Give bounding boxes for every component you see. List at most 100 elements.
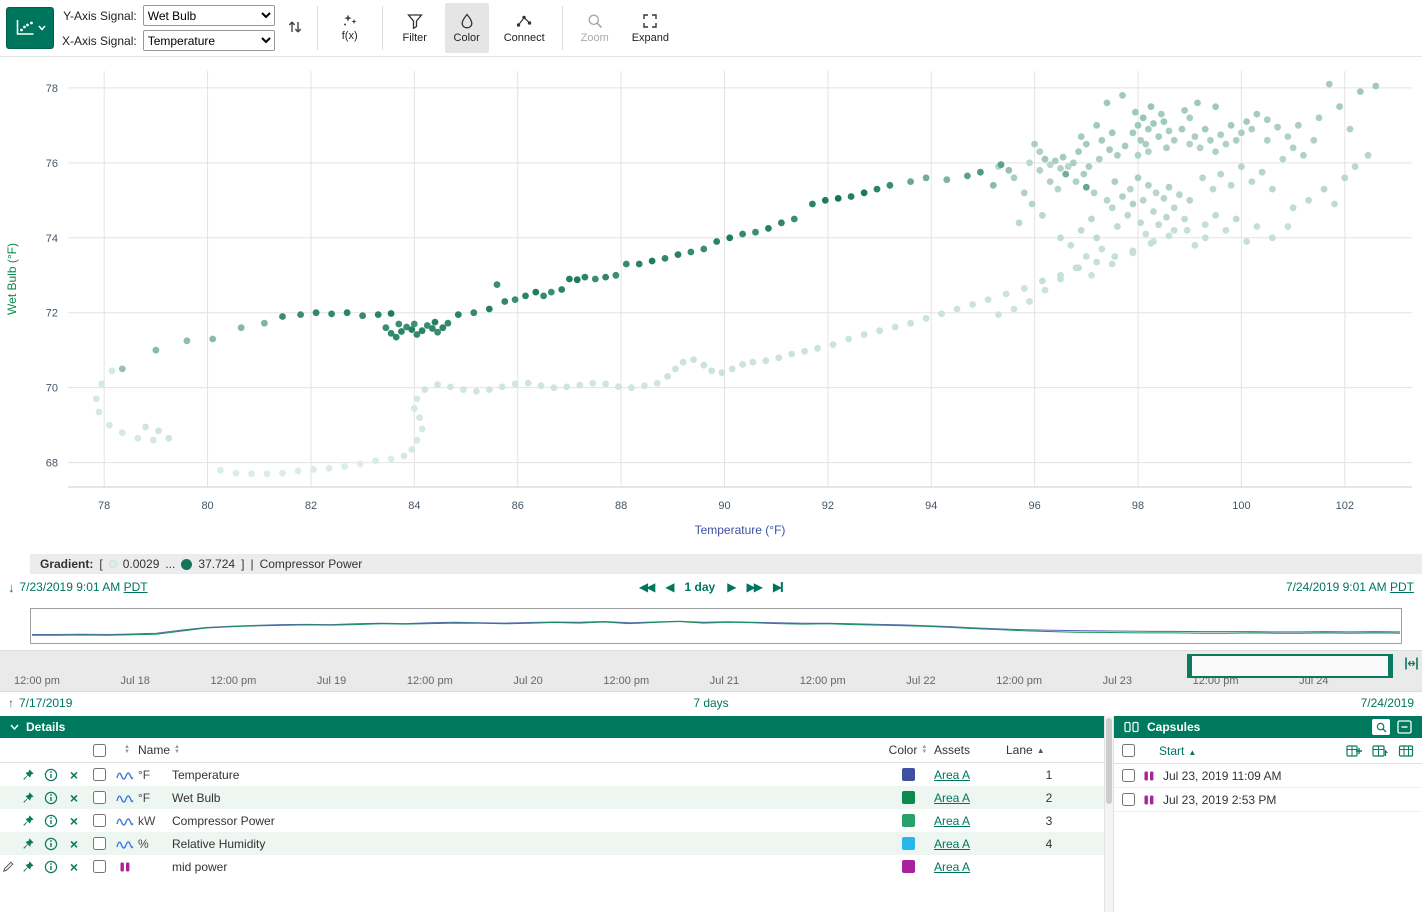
row-select-checkbox[interactable]: [93, 837, 106, 850]
item-info-icon[interactable]: [40, 837, 62, 851]
autoscale-pin-icon[interactable]: [16, 791, 40, 805]
autoscale-pin-icon[interactable]: [16, 837, 40, 851]
range-end-datetime[interactable]: 7/24/2019 9:01 AM PDT: [1286, 580, 1414, 594]
remove-item-icon[interactable]: ×: [62, 860, 86, 874]
brush-handle-right[interactable]: [1388, 654, 1393, 678]
item-name[interactable]: Relative Humidity: [172, 837, 882, 851]
color-label: Color: [454, 32, 480, 44]
timebar-options-button[interactable]: [1404, 656, 1419, 674]
row-select-checkbox[interactable]: [93, 814, 106, 827]
color-swatch[interactable]: [902, 768, 915, 781]
capsule-grid-button[interactable]: [1398, 744, 1414, 758]
capsule-select-checkbox[interactable]: [1122, 769, 1135, 782]
color-column-header[interactable]: Color▲▼: [882, 743, 934, 757]
assets-column-header[interactable]: Assets: [934, 743, 1006, 757]
trend-overview[interactable]: [30, 608, 1402, 644]
investigate-arrow-icon[interactable]: ↑: [8, 696, 14, 710]
autoscale-pin-icon[interactable]: [16, 768, 40, 782]
chevron-down-icon: [38, 25, 46, 31]
timebar[interactable]: 12:00 pmJul 1812:00 pmJul 1912:00 pmJul …: [0, 650, 1422, 692]
row-select-checkbox[interactable]: [93, 860, 106, 873]
remove-item-icon[interactable]: ×: [62, 768, 86, 782]
gradient-min-value: 0.0029: [123, 557, 160, 571]
connect-label: Connect: [504, 32, 545, 44]
capsule-select-checkbox[interactable]: [1122, 793, 1135, 806]
remove-item-icon[interactable]: ×: [62, 837, 86, 851]
color-swatch[interactable]: [902, 860, 915, 873]
row-select-checkbox[interactable]: [93, 768, 106, 781]
capsules-select-all-checkbox[interactable]: [1122, 744, 1135, 757]
asset-link[interactable]: Area A: [934, 768, 970, 782]
edit-condition-icon[interactable]: [0, 860, 16, 873]
capsules-search-button[interactable]: [1372, 719, 1390, 735]
step-back-full-button[interactable]: ◀◀: [639, 580, 653, 594]
timezone-link[interactable]: PDT: [1390, 580, 1414, 594]
capsule-start-time[interactable]: Jul 23, 2019 11:09 AM: [1163, 769, 1282, 783]
connect-points-icon: [516, 13, 532, 29]
details-header[interactable]: Details: [0, 716, 1104, 738]
row-select-checkbox[interactable]: [93, 791, 106, 804]
step-size-label[interactable]: 1 day: [685, 580, 716, 594]
type-sort-control[interactable]: ▲▼: [112, 745, 138, 755]
step-forward-full-button[interactable]: ▶▶: [746, 580, 760, 594]
scatter-plot-tool-button[interactable]: [6, 7, 54, 49]
color-swatch[interactable]: [902, 837, 915, 850]
filter-button[interactable]: Filter: [393, 3, 437, 53]
item-name[interactable]: Compressor Power: [172, 814, 882, 828]
remove-item-icon[interactable]: ×: [62, 791, 86, 805]
asset-link[interactable]: Area A: [934, 860, 970, 874]
toolbar-separator: [562, 6, 563, 50]
details-title: Details: [26, 720, 65, 734]
expand-button[interactable]: Expand: [625, 3, 676, 53]
timebar-tick-label: Jul 23: [1103, 675, 1132, 687]
asset-link[interactable]: Area A: [934, 814, 970, 828]
zoom-button[interactable]: Zoom: [573, 3, 617, 53]
autoscale-pin-icon[interactable]: [16, 860, 40, 874]
capsule-start-time[interactable]: Jul 23, 2019 2:53 PM: [1163, 793, 1276, 807]
step-forward-button[interactable]: ▶: [727, 580, 734, 594]
add-stat-column-button[interactable]: [1372, 744, 1388, 758]
asset-link[interactable]: Area A: [934, 837, 970, 851]
range-start-arrow-icon[interactable]: ↓: [8, 580, 15, 595]
item-name[interactable]: Temperature: [172, 768, 882, 782]
item-lane: 1: [1006, 768, 1092, 782]
scatter-chart[interactable]: 6870727476787880828486889092949698100102…: [0, 57, 1422, 546]
item-info-icon[interactable]: [40, 860, 62, 874]
y-axis-signal-select[interactable]: Wet Bulb: [143, 5, 275, 26]
add-column-button[interactable]: [1346, 744, 1362, 758]
color-swatch[interactable]: [902, 814, 915, 827]
lane-column-header[interactable]: Lane▲: [1006, 743, 1092, 757]
capsule-icon: [1142, 793, 1156, 807]
display-range-brush[interactable]: [1189, 654, 1391, 678]
swap-axes-button[interactable]: [283, 17, 307, 40]
investigate-end-date[interactable]: 7/24/2019: [1361, 696, 1414, 710]
fx-tool-button[interactable]: f(x): [328, 3, 372, 53]
asset-link[interactable]: Area A: [934, 791, 970, 805]
item-info-icon[interactable]: [40, 768, 62, 782]
color-button[interactable]: Color: [445, 3, 489, 53]
autoscale-pin-icon[interactable]: [16, 814, 40, 828]
x-axis-signal-select[interactable]: Temperature: [143, 30, 275, 51]
timezone-link[interactable]: PDT: [124, 580, 148, 594]
step-to-now-button[interactable]: ▶: [773, 580, 783, 594]
remove-item-icon[interactable]: ×: [62, 814, 86, 828]
color-swatch[interactable]: [902, 791, 915, 804]
item-info-icon[interactable]: [40, 791, 62, 805]
scrollbar-thumb[interactable]: [1106, 718, 1112, 804]
item-name[interactable]: mid power: [172, 860, 882, 874]
investigate-duration[interactable]: 7 days: [693, 696, 728, 710]
capsules-header[interactable]: Capsules: [1114, 716, 1422, 738]
investigate-start-date[interactable]: 7/17/2019: [19, 696, 72, 710]
step-back-button[interactable]: ◀: [665, 580, 672, 594]
connect-button[interactable]: Connect: [497, 3, 552, 53]
item-info-icon[interactable]: [40, 814, 62, 828]
range-start-datetime[interactable]: 7/23/2019 9:01 AM PDT: [20, 580, 148, 594]
start-column-header[interactable]: Start▲: [1159, 744, 1196, 758]
item-unit: °F: [138, 768, 172, 782]
brush-handle-left[interactable]: [1187, 654, 1192, 678]
collapse-capsules-button[interactable]: [1397, 720, 1412, 734]
item-name[interactable]: Wet Bulb: [172, 791, 882, 805]
name-column-header[interactable]: Name▲▼: [138, 743, 882, 757]
select-all-checkbox[interactable]: [93, 744, 106, 757]
gradient-max-value: 37.724: [198, 557, 235, 571]
